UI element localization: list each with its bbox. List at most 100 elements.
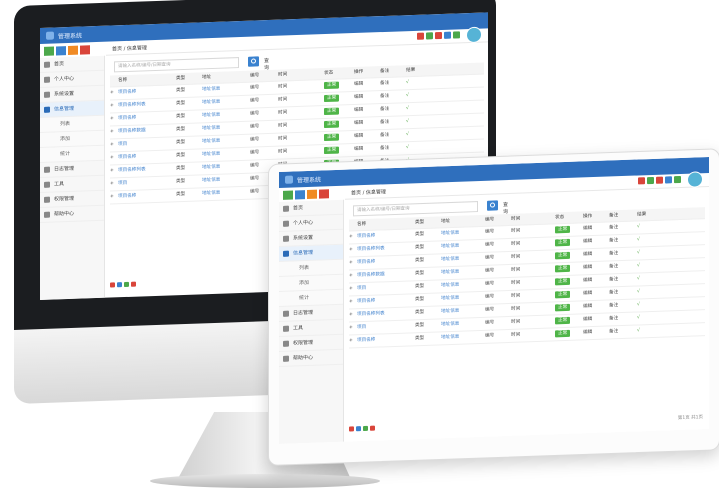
- table-cell[interactable]: +: [349, 338, 353, 343]
- avatar[interactable]: [687, 171, 703, 188]
- table-cell[interactable]: +: [110, 194, 114, 199]
- toolbar-icon[interactable]: [674, 175, 681, 184]
- toolbar-icon[interactable]: [444, 31, 451, 39]
- table-cell[interactable]: +: [349, 312, 353, 317]
- table-cell[interactable]: +: [349, 234, 353, 239]
- row-link[interactable]: 项目: [357, 325, 366, 330]
- column-header[interactable]: 时间: [278, 69, 287, 80]
- column-header[interactable]: 备注: [609, 210, 618, 221]
- row-link[interactable]: 项目名称: [118, 155, 136, 161]
- quick-button-orange[interactable]: [307, 189, 317, 200]
- table-cell[interactable]: +: [110, 142, 114, 147]
- column-header[interactable]: 结果: [637, 209, 646, 220]
- search-button[interactable]: [248, 56, 259, 67]
- column-header[interactable]: 操作: [583, 211, 592, 222]
- row-link[interactable]: 项目名称列表: [118, 167, 146, 173]
- table-cell[interactable]: 编辑: [583, 278, 592, 283]
- row-link[interactable]: 项目名称: [118, 90, 136, 96]
- row-link[interactable]: 项目名称: [118, 194, 136, 200]
- table-cell[interactable]: 编辑: [354, 147, 363, 152]
- column-header[interactable]: 操作: [354, 67, 363, 78]
- row-link[interactable]: 项目: [357, 286, 366, 291]
- table-cell[interactable]: 编辑: [354, 121, 363, 126]
- sidebar-item[interactable]: 帮助中心: [40, 205, 104, 223]
- toolbar-icon[interactable]: [656, 176, 663, 184]
- table-cell[interactable]: +: [110, 181, 114, 186]
- toolbar-icon[interactable]: [417, 32, 424, 40]
- toolbar-icon[interactable]: [453, 31, 460, 39]
- row-link[interactable]: 项目: [118, 142, 127, 147]
- toolbar-icon[interactable]: [435, 31, 442, 40]
- column-header[interactable]: 时间: [511, 214, 520, 225]
- footer-icon[interactable]: [117, 282, 122, 288]
- row-link[interactable]: 项目名称列表: [118, 102, 146, 108]
- row-link[interactable]: 项目名称: [357, 260, 375, 266]
- row-link[interactable]: 项目名称: [357, 234, 375, 240]
- column-header[interactable]: 状态: [555, 212, 564, 223]
- table-cell[interactable]: +: [349, 273, 353, 278]
- quick-button-blue[interactable]: [56, 46, 66, 56]
- table-cell[interactable]: 编辑: [354, 108, 363, 113]
- quick-button-blue[interactable]: [295, 190, 305, 200]
- row-link[interactable]: 项目: [118, 181, 127, 186]
- table-cell[interactable]: +: [349, 286, 353, 291]
- footer-icon[interactable]: [349, 426, 354, 432]
- table-cell[interactable]: 编辑: [583, 317, 592, 322]
- quick-button-orange[interactable]: [68, 45, 78, 56]
- quick-button-red[interactable]: [80, 45, 90, 55]
- table-cell[interactable]: 编辑: [583, 330, 592, 335]
- toolbar-icon[interactable]: [426, 32, 433, 40]
- table-cell[interactable]: 编辑: [583, 291, 592, 296]
- table-cell[interactable]: 编辑: [583, 239, 592, 244]
- row-link[interactable]: 项目名称: [357, 338, 375, 344]
- toolbar-icon[interactable]: [665, 176, 672, 184]
- column-header[interactable]: 地址: [202, 72, 211, 83]
- table-cell[interactable]: +: [349, 260, 353, 265]
- row-link[interactable]: 项目名称: [357, 299, 375, 305]
- row-link[interactable]: 项目名称列表: [357, 246, 385, 252]
- table-cell[interactable]: +: [110, 90, 114, 95]
- table-cell[interactable]: 编辑: [583, 226, 592, 231]
- footer-icon[interactable]: [124, 281, 129, 288]
- column-header[interactable]: 地址: [441, 216, 450, 227]
- table-cell[interactable]: +: [110, 129, 114, 134]
- footer-icon[interactable]: [363, 425, 368, 432]
- footer-icon[interactable]: [356, 426, 361, 432]
- table-cell[interactable]: +: [349, 247, 353, 252]
- column-header[interactable]: 编号: [250, 70, 259, 81]
- table-cell[interactable]: 编辑: [354, 95, 363, 100]
- search-button[interactable]: [487, 200, 498, 211]
- table-cell[interactable]: 编辑: [354, 82, 363, 87]
- row-link[interactable]: 项目名称: [118, 116, 136, 122]
- footer-icon[interactable]: [131, 281, 136, 287]
- row-link[interactable]: 项目名称数据: [118, 128, 146, 134]
- column-header[interactable]: 类型: [176, 73, 185, 84]
- table-cell[interactable]: +: [349, 325, 353, 330]
- table-cell[interactable]: +: [110, 155, 114, 160]
- footer-icon[interactable]: [370, 425, 375, 431]
- table-cell[interactable]: +: [110, 116, 114, 121]
- quick-button-green[interactable]: [44, 46, 54, 56]
- column-header[interactable]: 名称: [118, 75, 127, 86]
- column-header[interactable]: 结果: [406, 65, 415, 76]
- column-header[interactable]: 状态: [324, 68, 333, 79]
- search-input[interactable]: 请输入名称/编号/日期查询: [353, 201, 478, 217]
- table-cell[interactable]: +: [110, 168, 114, 173]
- toolbar-icon[interactable]: [638, 177, 645, 185]
- search-input[interactable]: 请输入名称/编号/日期查询: [114, 57, 239, 73]
- quick-button-green[interactable]: [283, 190, 293, 200]
- table-cell[interactable]: 编辑: [583, 304, 592, 309]
- table-cell[interactable]: 编辑: [583, 265, 592, 270]
- avatar[interactable]: [466, 26, 482, 44]
- table-cell[interactable]: +: [110, 103, 114, 108]
- column-header[interactable]: 类型: [415, 217, 424, 228]
- column-header[interactable]: 备注: [380, 66, 389, 77]
- toolbar-icon[interactable]: [647, 176, 654, 185]
- row-link[interactable]: 项目名称列表: [357, 311, 385, 317]
- sidebar-item[interactable]: 帮助中心: [279, 349, 343, 367]
- column-header[interactable]: 编号: [485, 214, 494, 225]
- table-cell[interactable]: 编辑: [354, 134, 363, 139]
- table-cell[interactable]: +: [349, 299, 353, 304]
- footer-icon[interactable]: [110, 282, 115, 288]
- row-link[interactable]: 项目名称数据: [357, 272, 385, 278]
